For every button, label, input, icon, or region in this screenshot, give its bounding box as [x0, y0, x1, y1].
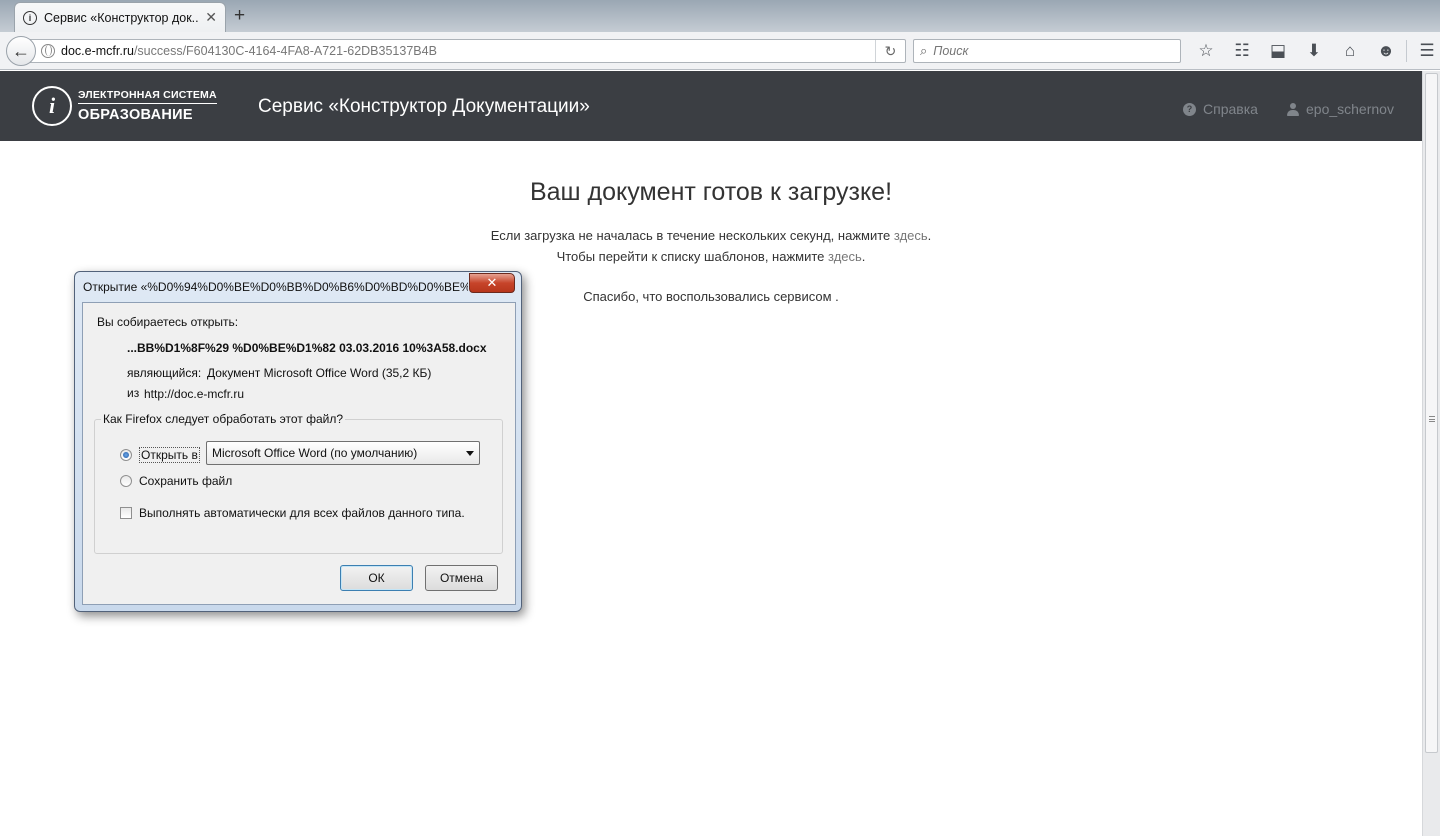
cancel-button[interactable]: Отмена [425, 565, 498, 591]
search-icon: ⌕ [920, 43, 928, 58]
download-hint-text: Если загрузка не началась в течение неск… [490, 228, 891, 243]
download-link[interactable]: здесь [894, 228, 928, 243]
browser-tab[interactable]: i Сервис «Конструктор док... ✕ [14, 2, 226, 32]
tab-title: Сервис «Конструктор док... [44, 10, 199, 25]
pocket-icon[interactable]: ⬓ [1260, 40, 1296, 62]
toolbar-icons: ☆ ☷ ⬓ ⬇ ⌂ ☻ ☰ [1188, 40, 1440, 62]
scrollbar-grip-icon [1429, 416, 1435, 422]
dialog-intro: Вы собираетесь открыть: [97, 315, 239, 329]
globe-icon [41, 44, 55, 58]
url-host: doc.e-mcfr.ru [61, 44, 134, 58]
file-type-label: являющийся: [127, 366, 202, 380]
dialog-title: Открытие «%D0%94%D0%BE%D0%BB%D0%B6%D0%BD… [83, 280, 468, 294]
ok-button[interactable]: ОК [340, 565, 413, 591]
navigation-toolbar: doc.e-mcfr.ru/success/F604130C-4164-4FA8… [0, 32, 1440, 70]
templates-hint-text: Чтобы перейти к списку шаблонов, нажмите [556, 249, 825, 264]
home-icon[interactable]: ⌂ [1332, 40, 1368, 62]
open-with-select[interactable]: Microsoft Office Word (по умолчанию) [206, 441, 480, 465]
help-link[interactable]: ? Справка [1183, 101, 1258, 117]
logo-line2: ОБРАЗОВАНИЕ [78, 107, 193, 123]
chevron-down-icon [466, 450, 474, 456]
logo-line1: ЭЛЕКТРОННАЯ СИСТЕМА [78, 89, 217, 104]
auto-action-label: Выполнять автоматически для всех файлов … [139, 506, 465, 520]
scrollbar-thumb[interactable] [1425, 73, 1438, 753]
chat-icon[interactable]: ☻ [1368, 40, 1404, 62]
tab-close-icon[interactable]: ✕ [205, 9, 217, 26]
user-menu[interactable]: epo_schernov [1287, 101, 1394, 117]
file-handling-legend: Как Firefox следует обработать этот файл… [101, 412, 346, 426]
new-tab-button[interactable]: + [234, 5, 245, 27]
auto-action-checkbox[interactable]: Выполнять автоматически для всех файлов … [120, 506, 465, 520]
logo-mark-icon: i [32, 86, 72, 126]
auto-action-checkbox-box[interactable] [120, 507, 132, 519]
back-button[interactable]: ← [6, 36, 36, 66]
site-favicon-icon: i [23, 10, 37, 25]
file-type-value: Документ Microsoft Office Word (35,2 КБ) [207, 366, 432, 380]
logo-text: ЭЛЕКТРОННАЯ СИСТЕМА ОБРАЗОВАНИЕ [78, 89, 217, 123]
help-label: Справка [1203, 101, 1258, 117]
site-logo[interactable]: i ЭЛЕКТРОННАЯ СИСТЕМА ОБРАЗОВАНИЕ [32, 86, 217, 126]
page-title: Ваш документ готов к загрузке! [529, 178, 893, 206]
dialog-close-button[interactable]: ✕ [469, 273, 515, 293]
open-with-radio[interactable]: Открыть в [120, 447, 200, 463]
menu-icon[interactable]: ☰ [1409, 40, 1440, 62]
user-icon [1287, 102, 1299, 116]
bookmark-star-icon[interactable]: ☆ [1188, 40, 1224, 62]
dialog-filename: ...BB%D1%8F%29 %D0%BE%D1%82 03.03.2016 1… [127, 341, 487, 355]
save-file-radio-button[interactable] [120, 475, 132, 487]
templates-link[interactable]: здесь [828, 249, 862, 264]
search-bar[interactable]: ⌕ [913, 39, 1181, 63]
download-hint: Если загрузка не началась в течение неск… [490, 228, 932, 243]
url-path: /success/F604130C-4164-4FA8-A721-62DB351… [133, 44, 437, 58]
download-icon[interactable]: ⬇ [1296, 40, 1332, 62]
file-source-label: из [127, 386, 140, 400]
dialog-body: Вы собираетесь открыть: ...BB%D1%8F%29 %… [82, 302, 516, 605]
arrow-left-icon: ← [12, 40, 30, 61]
open-with-radio-button[interactable] [120, 449, 132, 461]
user-label: epo_schernov [1306, 101, 1394, 117]
url-bar[interactable]: doc.e-mcfr.ru/success/F604130C-4164-4FA8… [26, 39, 906, 63]
file-source-value: http://doc.e-mcfr.ru [144, 387, 245, 401]
file-open-dialog: Открытие «%D0%94%D0%BE%D0%BB%D0%B6%D0%BD… [74, 271, 522, 612]
save-file-radio[interactable]: Сохранить файл [120, 474, 232, 488]
tab-bar: i Сервис «Конструктор док... ✕ + [0, 0, 1440, 32]
site-title: Сервис «Конструктор Документации» [258, 96, 590, 117]
help-icon: ? [1183, 102, 1196, 116]
open-with-label: Открыть в [139, 447, 200, 463]
page-scrollbar[interactable] [1422, 71, 1440, 836]
search-input[interactable] [931, 43, 1162, 59]
save-file-label: Сохранить файл [139, 474, 233, 488]
templates-hint: Чтобы перейти к списку шаблонов, нажмите… [556, 249, 866, 264]
open-with-value: Microsoft Office Word (по умолчанию) [212, 446, 418, 460]
reading-list-icon[interactable]: ☷ [1224, 40, 1260, 62]
toolbar-divider [1406, 40, 1407, 62]
url-text[interactable]: doc.e-mcfr.ru/success/F604130C-4164-4FA8… [61, 44, 875, 58]
reload-icon[interactable]: ↻ [875, 40, 905, 62]
site-header: i ЭЛЕКТРОННАЯ СИСТЕМА ОБРАЗОВАНИЕ Сервис… [0, 71, 1422, 141]
